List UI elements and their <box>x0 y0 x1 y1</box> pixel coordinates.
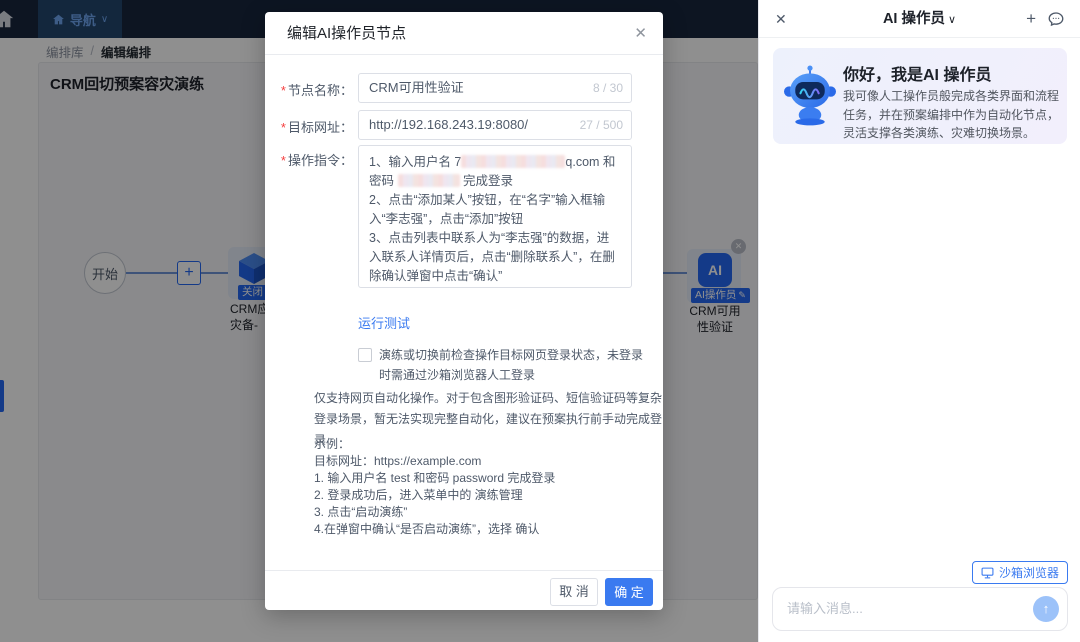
login-check-label: 演练或切换前检查操作目标网页登录状态，未登录时需通过沙箱浏览器人工登录 <box>379 345 644 385</box>
example-line: 4.在弹窗中确认“是否启动演练”，选择 确认 <box>314 521 555 538</box>
required-mark: * <box>281 153 286 168</box>
example-line: 目标网址：https://example.com <box>314 453 555 470</box>
example-line: 3. 点击“启动演练” <box>314 504 555 521</box>
welcome-title: 你好，我是AI 操作员 <box>843 61 991 85</box>
sandbox-browser-button[interactable]: 沙箱浏览器 <box>972 561 1068 584</box>
redacted-username <box>461 155 565 168</box>
ai-operator-panel: ✕ AI 操作员∨ + <box>758 0 1080 642</box>
modal-footer: 取 消 确 定 <box>265 570 663 610</box>
target-url-input[interactable]: http://192.168.243.19:8080/ 27 / 500 <box>358 110 632 140</box>
node-name-counter: 8 / 30 <box>593 74 623 102</box>
node-name-input[interactable]: CRM可用性验证 8 / 30 <box>358 73 632 103</box>
arrow-up-icon: ↑ <box>1043 601 1050 616</box>
message-placeholder: 请输入消息... <box>787 588 863 630</box>
app-root: 导航 ∨ 编排库 / 编辑编排 CRM回切预案容灾演练 开始 + 关闭 CRM应… <box>0 0 1080 642</box>
login-check-row: 演练或切换前检查操作目标网页登录状态，未登录时需通过沙箱浏览器人工登录 <box>358 345 644 385</box>
confirm-button[interactable]: 确 定 <box>605 578 653 606</box>
panel-header: ✕ AI 操作员∨ + <box>759 0 1080 38</box>
instruction-text: 2、点击“添加某人”按钮，在“名字”输入框输入“李志强”，点击“添加”按钮 <box>369 191 621 229</box>
run-test-link[interactable]: 运行测试 <box>358 313 410 332</box>
example-block: 示例： 目标网址：https://example.com 1. 输入用户名 te… <box>314 436 555 538</box>
message-input[interactable]: 请输入消息... ↑ <box>772 587 1068 631</box>
example-line: 2. 登录成功后，进入菜单中的 演练管理 <box>314 487 555 504</box>
login-check-checkbox[interactable] <box>358 348 372 362</box>
required-mark: * <box>281 120 286 135</box>
chevron-down-icon: ∨ <box>948 14 956 26</box>
welcome-description: 我可像人工操作员般完成各类界面和流程任务，并在预案编排中作为自动化节点，灵活支撑… <box>843 87 1059 143</box>
cancel-button[interactable]: 取 消 <box>550 578 598 606</box>
monitor-icon <box>981 567 994 579</box>
example-title: 示例： <box>314 436 555 453</box>
chat-history-icon[interactable] <box>1047 10 1065 28</box>
example-line: 1. 输入用户名 test 和密码 password 完成登录 <box>314 470 555 487</box>
instruction-text: 完成登录 <box>460 174 513 188</box>
robot-avatar <box>784 64 836 126</box>
modal-title: 编辑AI操作员节点 <box>287 12 406 55</box>
node-name-label: *节点名称： <box>265 80 353 99</box>
modal-header: 编辑AI操作员节点 ✕ <box>265 12 663 55</box>
instruction-text: 3、点击列表中联系人为“李志强”的数据，进入联系人详情页后，点击“删除联系人”，… <box>369 229 621 286</box>
instruction-textarea[interactable]: 1、输入用户名 7q.com 和密码 完成登录 2、点击“添加某人”按钮，在“名… <box>358 145 632 288</box>
sandbox-browser-label: 沙箱浏览器 <box>999 564 1059 581</box>
instruction-text: 1、输入用户名 7 <box>369 155 461 169</box>
close-icon[interactable]: ✕ <box>634 12 647 55</box>
welcome-card: 你好，我是AI 操作员 我可像人工操作员般完成各类界面和流程任务，并在预案编排中… <box>773 48 1067 144</box>
send-button[interactable]: ↑ <box>1033 596 1059 622</box>
target-url-label: *目标网址： <box>265 117 353 136</box>
target-url-counter: 27 / 500 <box>580 111 623 139</box>
new-chat-icon[interactable]: + <box>1026 0 1036 38</box>
node-name-value: CRM可用性验证 <box>369 74 464 102</box>
target-url-value: http://192.168.243.19:8080/ <box>369 111 528 139</box>
required-mark: * <box>281 83 286 98</box>
edit-ai-node-modal: 编辑AI操作员节点 ✕ *节点名称： CRM可用性验证 8 / 30 *目标网址… <box>265 12 663 610</box>
redacted-password <box>398 174 460 187</box>
instruction-label: *操作指令： <box>265 150 353 169</box>
